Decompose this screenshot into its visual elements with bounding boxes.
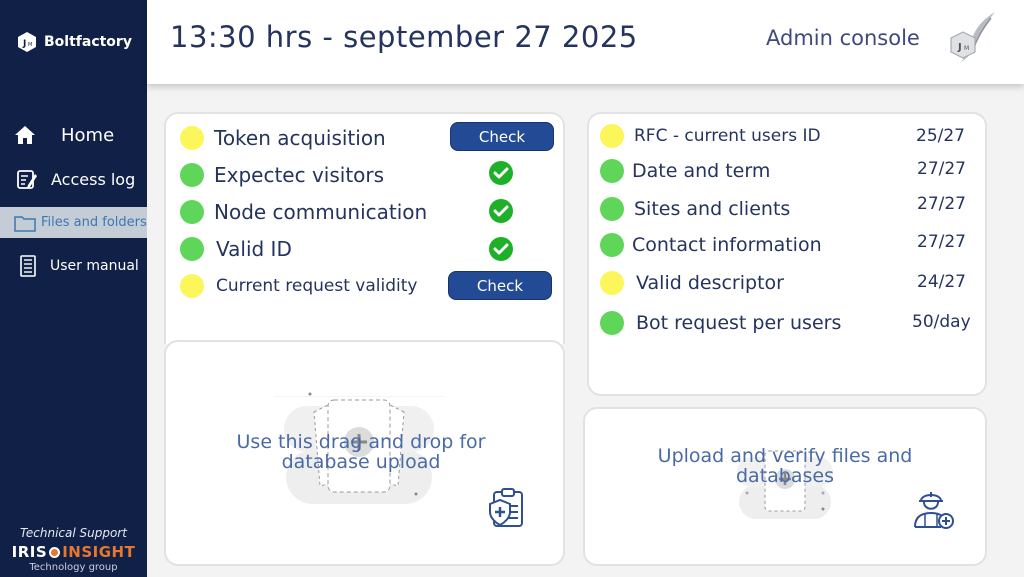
status-dot [600, 159, 624, 183]
check-circle-icon [489, 199, 513, 223]
sidebar-item-home[interactable]: Home [0, 120, 147, 150]
status-dot [180, 200, 204, 224]
support-subtitle: Technology group [29, 562, 118, 573]
sidebar-item-label: Home [61, 124, 115, 146]
stat-value: 50/day [912, 312, 971, 332]
sidebar-item-label: Files and folders [41, 215, 147, 230]
brand-logo-icon: J M [18, 32, 36, 52]
sidebar-item-user-manual[interactable]: User manual [0, 253, 147, 279]
support-title: Technical Support [20, 526, 127, 540]
stat-value: 25/27 [916, 126, 965, 146]
stat-value: 27/27 [917, 232, 966, 252]
brand[interactable]: J M Boltfactory [16, 28, 132, 56]
check-label: Token acquisition [214, 126, 386, 150]
iris-eye-icon [49, 546, 61, 558]
check-button-request-validity[interactable]: Check [448, 271, 552, 300]
upload-verify-dropzone[interactable]: Upload and verify files and databases [583, 407, 987, 566]
check-circle-icon [489, 237, 513, 261]
check-row-request-validity: Current request validity [180, 274, 417, 298]
stat-label: Bot request per users [636, 312, 842, 334]
stat-row-bot-requests: Bot request per users [600, 311, 841, 335]
header: 13:30 hrs - september 27 2025 Admin cons… [147, 0, 1024, 84]
check-row-node: Node communication [180, 200, 427, 224]
stat-value: 27/27 [917, 194, 966, 214]
home-icon [13, 123, 37, 147]
status-dot [600, 311, 624, 335]
stat-value: 27/27 [917, 159, 966, 179]
sidebar: J M Boltfactory Home Access log Files an… [0, 0, 147, 577]
brand-name: Boltfactory [44, 34, 132, 50]
support-brand-left: IRIS [11, 543, 48, 561]
status-dot [180, 274, 204, 298]
stat-label: RFC - current users ID [634, 126, 821, 146]
status-dot [180, 237, 204, 261]
stat-label: Valid descriptor [636, 272, 784, 294]
status-dot [600, 197, 624, 221]
sidebar-item-access-log[interactable]: Access log [0, 165, 147, 193]
check-row-token: Token acquisition [180, 126, 386, 150]
check-label: Current request validity [216, 276, 418, 296]
admin-avatar-logo-icon[interactable]: J M [947, 10, 999, 64]
status-dot [180, 163, 204, 187]
datetime: 13:30 hrs - september 27 2025 [170, 20, 638, 54]
verification-checks-card: Token acquisition Check Expectec visitor… [164, 112, 565, 344]
check-label: Expectec visitors [214, 163, 385, 187]
stat-row-contact: Contact information [600, 233, 822, 257]
support-brand-right: INSIGHT [62, 543, 136, 561]
verification-stats-card: RFC - current users ID 25/27 Date and te… [587, 112, 987, 396]
sidebar-item-label: User manual [50, 258, 139, 274]
svg-text:J: J [22, 39, 26, 49]
medical-clipboard-icon [489, 488, 523, 527]
dropzone-text: Upload and verify files and databases [657, 445, 913, 487]
sidebar-item-label: Access log [51, 169, 136, 189]
stat-row-descriptor: Valid descriptor [600, 271, 784, 295]
edit-log-icon [15, 167, 39, 191]
folder-icon [13, 211, 37, 235]
status-dot [180, 126, 204, 150]
stat-row-sites-clients: Sites and clients [600, 197, 790, 221]
stat-value: 24/27 [917, 272, 966, 292]
stat-label: Contact information [632, 234, 822, 256]
status-dot [600, 124, 624, 148]
admin-console-label[interactable]: Admin console [766, 26, 920, 50]
status-dot [600, 271, 624, 295]
check-circle-icon [489, 161, 513, 185]
database-upload-dropzone[interactable]: Use this drag and drop for database uplo… [164, 340, 565, 566]
status-dot [600, 233, 624, 257]
svg-text:M: M [964, 45, 969, 52]
stat-label: Sites and clients [634, 198, 791, 220]
check-button-token[interactable]: Check [450, 122, 554, 151]
stat-label: Date and term [632, 160, 771, 182]
check-label: Node communication [214, 200, 428, 224]
svg-text:J: J [957, 42, 962, 53]
technical-support: Technical Support IRIS INSIGHT Technolog… [0, 526, 147, 573]
stat-row-rfc: RFC - current users ID [600, 124, 821, 148]
dropzone-text: Use this drag and drop for database uplo… [236, 431, 486, 473]
worker-add-icon [914, 492, 954, 529]
sidebar-item-files-and-folders[interactable]: Files and folders [0, 207, 147, 238]
stat-row-date-term: Date and term [600, 159, 770, 183]
check-label: Valid ID [216, 237, 292, 261]
check-row-valid-id: Valid ID [180, 237, 292, 261]
check-row-visitors: Expectec visitors [180, 163, 384, 187]
svg-text:M: M [28, 42, 32, 48]
iris-insight-logo[interactable]: IRIS INSIGHT [0, 543, 147, 561]
manual-icon [16, 254, 40, 278]
